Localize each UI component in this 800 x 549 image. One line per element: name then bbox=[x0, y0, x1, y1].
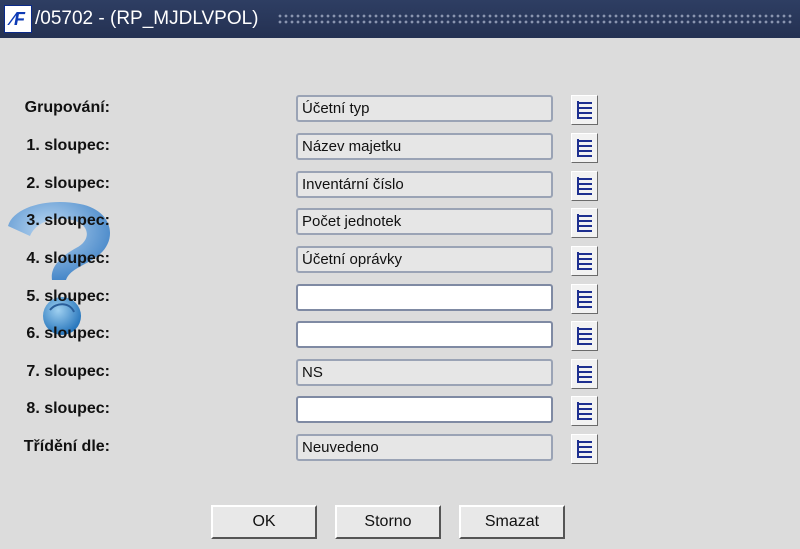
smazat-button[interactable]: Smazat bbox=[459, 505, 565, 539]
form-row: 4. sloupec: Účetní oprávky bbox=[0, 246, 620, 276]
list-of-values-icon bbox=[577, 365, 592, 383]
row-label: 5. sloupec: bbox=[26, 288, 110, 305]
column-3-field[interactable]: Počet jednotek bbox=[296, 208, 553, 235]
row-label: 6. sloupec: bbox=[26, 325, 110, 342]
list-of-values-icon bbox=[577, 214, 592, 232]
lov-button[interactable] bbox=[571, 246, 598, 276]
list-of-values-icon bbox=[577, 440, 592, 458]
ok-button[interactable]: OK bbox=[211, 505, 317, 539]
lov-button[interactable] bbox=[571, 208, 598, 238]
form-row: 8. sloupec: bbox=[0, 396, 620, 426]
column-6-field[interactable] bbox=[296, 321, 553, 348]
title-bar-grip bbox=[276, 13, 792, 25]
lov-button[interactable] bbox=[571, 133, 598, 163]
column-2-field[interactable]: Inventární číslo bbox=[296, 171, 553, 198]
form-row: 1. sloupec: Název majetku bbox=[0, 133, 620, 163]
list-of-values-icon bbox=[577, 139, 592, 157]
row-label: 3. sloupec: bbox=[26, 212, 110, 229]
form-row: 6. sloupec: bbox=[0, 321, 620, 351]
list-of-values-icon bbox=[577, 327, 592, 345]
form-row: 3. sloupec: Počet jednotek bbox=[0, 208, 620, 238]
form-row: Třídění dle: Neuvedeno bbox=[0, 434, 620, 464]
row-label: 1. sloupec: bbox=[26, 137, 110, 154]
column-4-field[interactable]: Účetní oprávky bbox=[296, 246, 553, 273]
form-row: 7. sloupec: NS bbox=[0, 359, 620, 389]
form-row: 2. sloupec: Inventární číslo bbox=[0, 171, 620, 201]
list-of-values-icon bbox=[577, 101, 592, 119]
list-of-values-icon bbox=[577, 177, 592, 195]
column-7-field[interactable]: NS bbox=[296, 359, 553, 386]
list-of-values-icon bbox=[577, 252, 592, 270]
list-of-values-icon bbox=[577, 290, 592, 308]
window-title: /05702 - (RP_MJDLVPOL) bbox=[35, 8, 259, 29]
column-1-field[interactable]: Název majetku bbox=[296, 133, 553, 160]
row-label: 4. sloupec: bbox=[26, 250, 110, 267]
form-row: Grupování: Účetní typ bbox=[0, 95, 620, 125]
row-label: Grupování: bbox=[24, 99, 110, 116]
row-label: 8. sloupec: bbox=[26, 400, 110, 417]
title-bar: ⁄F /05702 - (RP_MJDLVPOL) bbox=[0, 0, 800, 38]
column-5-field[interactable] bbox=[296, 284, 553, 311]
list-of-values-icon bbox=[577, 402, 592, 420]
grouping-field[interactable]: Účetní typ bbox=[296, 95, 553, 122]
lov-button[interactable] bbox=[571, 171, 598, 201]
sort-by-field[interactable]: Neuvedeno bbox=[296, 434, 553, 461]
lov-button[interactable] bbox=[571, 359, 598, 389]
app-icon: ⁄F bbox=[4, 5, 32, 33]
form-row: 5. sloupec: bbox=[0, 284, 620, 314]
column-8-field[interactable] bbox=[296, 396, 553, 423]
lov-button[interactable] bbox=[571, 95, 598, 125]
storno-button[interactable]: Storno bbox=[335, 505, 441, 539]
lov-button[interactable] bbox=[571, 321, 598, 351]
row-label: 2. sloupec: bbox=[26, 175, 110, 192]
lov-button[interactable] bbox=[571, 284, 598, 314]
lov-button[interactable] bbox=[571, 434, 598, 464]
row-label: Třídění dle: bbox=[23, 438, 110, 455]
lov-button[interactable] bbox=[571, 396, 598, 426]
row-label: 7. sloupec: bbox=[26, 363, 110, 380]
